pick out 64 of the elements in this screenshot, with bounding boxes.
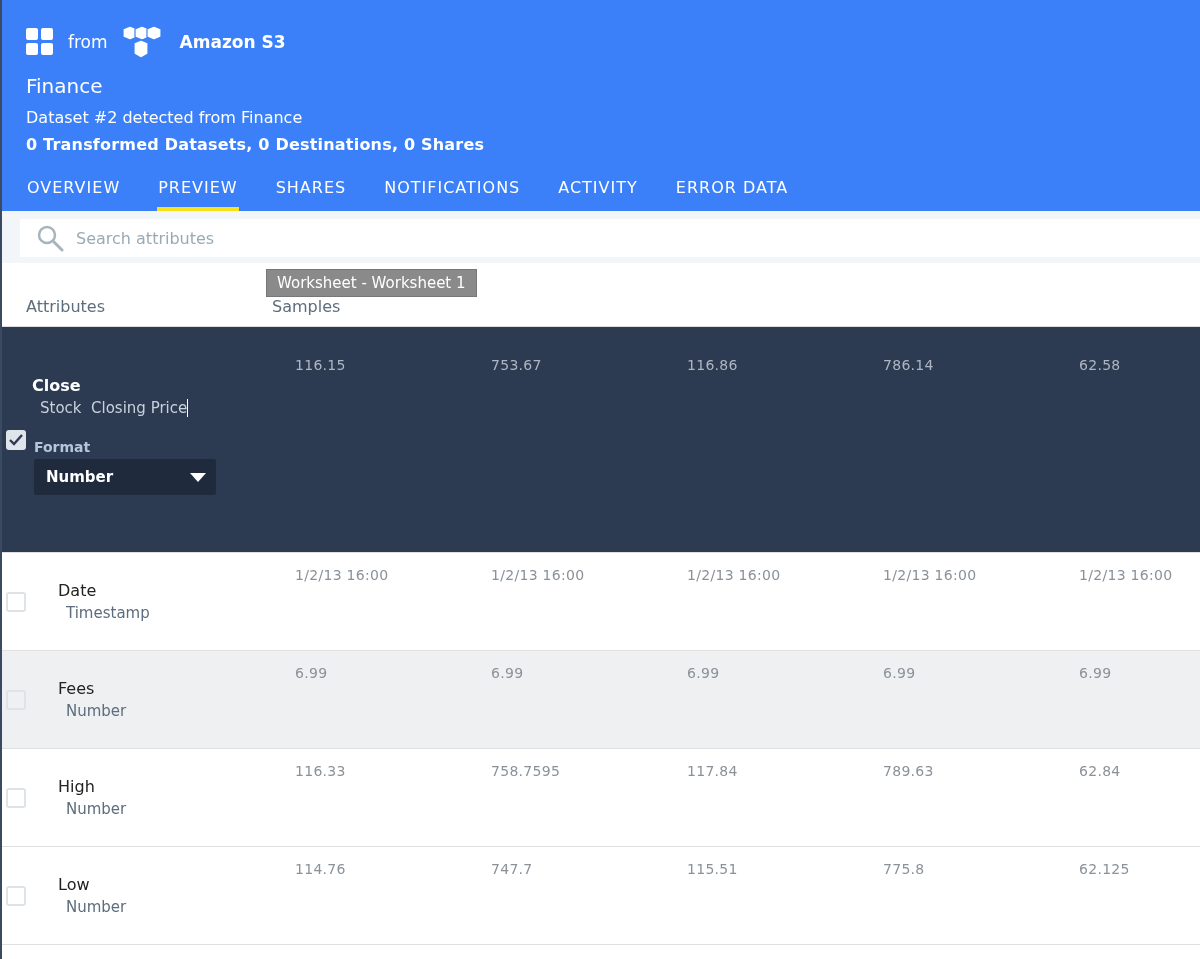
attribute-description: Timestamp	[66, 604, 150, 622]
dataset-subtitle: Dataset #2 detected from Finance	[26, 108, 304, 127]
sample-value: 114.76	[295, 861, 347, 879]
sample-value: 786.14	[883, 357, 935, 375]
checkbox[interactable]	[6, 591, 26, 612]
attribute-row[interactable]: Fees Number 6.99 6.99 6.99 6.99 6.99	[2, 651, 1200, 749]
tab[interactable]: ACTIVITY	[557, 170, 639, 211]
sample-value: 1/2/13 16:00	[491, 567, 586, 585]
cubes-icon	[121, 25, 162, 59]
sample-value: 1/2/13 16:00	[295, 567, 390, 585]
attribute-row[interactable]: Low Number 114.76 747.7 115.51 775.8 62.125	[2, 847, 1200, 945]
attribute-description: Number	[66, 702, 127, 720]
checkbox[interactable]	[6, 885, 26, 906]
sample-value: 62.84	[1079, 763, 1122, 781]
sample-value: 115.51	[687, 861, 739, 879]
attribute-name: Low	[58, 875, 91, 894]
sample-value: 116.15	[295, 357, 347, 375]
attribute-description[interactable]: Stock Closing Price	[40, 399, 189, 417]
sample-value: 747.7	[491, 861, 534, 879]
sample-value: 6.99	[1079, 665, 1113, 683]
dataset-title: Finance	[26, 74, 104, 98]
source-name: Amazon S3	[179, 32, 286, 52]
sample-value: 758.7595	[491, 763, 562, 781]
tooltip: Worksheet - Worksheet 1	[266, 269, 477, 297]
sample-value: 6.99	[491, 665, 525, 683]
sample-value: 753.67	[491, 357, 543, 375]
format-label: Format	[34, 439, 92, 455]
column-header: Samples	[272, 297, 341, 316]
format-dropdown[interactable]: Number	[34, 459, 216, 495]
sample-value: 62.58	[1079, 357, 1122, 375]
tab[interactable]: NOTIFICATIONS	[383, 170, 522, 211]
check-icon	[8, 432, 24, 447]
column-header: Attributes	[25, 297, 106, 316]
attribute-name: High	[58, 777, 96, 796]
sample-value: 6.99	[883, 665, 917, 683]
sample-value: 117.84	[687, 763, 739, 781]
attribute-name: Close	[32, 376, 82, 395]
sample-value: 6.99	[295, 665, 329, 683]
attribute-description: Number	[66, 800, 127, 818]
sample-value: 62.125	[1079, 861, 1131, 879]
attribute-name: Fees	[58, 679, 96, 698]
search-icon	[36, 224, 64, 252]
attribute-row[interactable]: High Number 116.33 758.7595 117.84 789.63 62.84	[2, 749, 1200, 847]
checkbox[interactable]	[6, 429, 26, 450]
grid-icon	[26, 28, 54, 56]
attribute-row[interactable]: Close Stock Closing Price Format Number 116.15 753.67 116.86 786.14 62.58	[2, 327, 1200, 553]
attribute-name: Date	[58, 581, 98, 600]
checkbox[interactable]	[6, 787, 26, 808]
sample-value: 1/2/13 16:00	[1079, 567, 1174, 585]
sample-value: 789.63	[883, 763, 935, 781]
caret-icon	[190, 472, 206, 482]
sample-value: 775.8	[883, 861, 926, 879]
from-label: from	[68, 32, 108, 52]
sample-value: 1/2/13 16:00	[687, 567, 782, 585]
sample-value: 6.99	[687, 665, 721, 683]
attribute-description: Number	[66, 898, 127, 916]
dataset-summary: 0 Transformed Datasets, 0 Destinations, 0 Shares	[26, 135, 486, 154]
tab[interactable]: OVERVIEW	[26, 170, 122, 211]
sample-value: 116.33	[295, 763, 347, 781]
sample-value: 116.86	[687, 357, 739, 375]
tab[interactable]: ERROR DATA	[674, 170, 790, 211]
tab[interactable]: SHARES	[274, 170, 348, 211]
tab[interactable]: PREVIEW	[157, 170, 239, 211]
sample-value: 1/2/13 16:00	[883, 567, 978, 585]
